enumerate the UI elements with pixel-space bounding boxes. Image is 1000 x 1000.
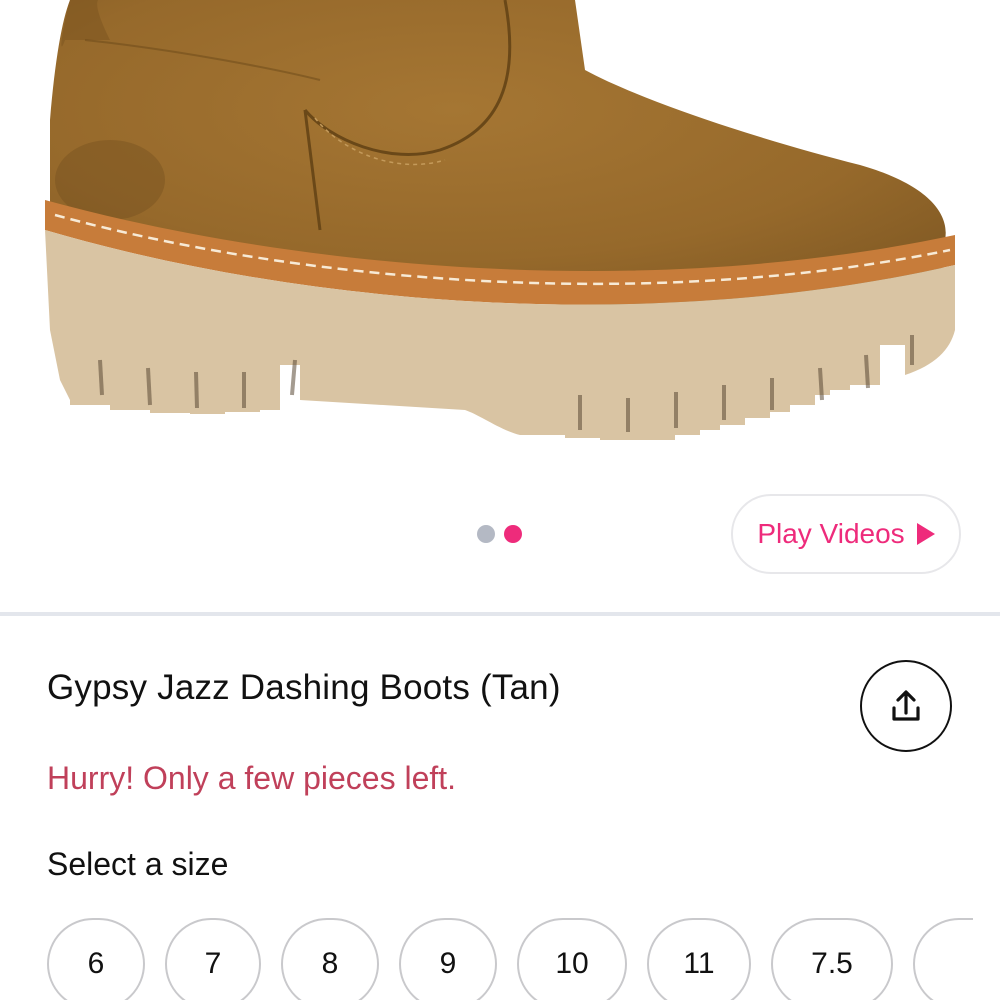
size-selector-label: Select a size — [47, 846, 229, 882]
size-option[interactable]: 10 — [517, 918, 627, 1000]
size-option[interactable]: 7 — [165, 918, 261, 1000]
size-option[interactable]: 7.5 — [771, 918, 893, 1000]
carousel-dot-1[interactable] — [477, 525, 495, 543]
product-image[interactable]: Play Videos — [0, 0, 1000, 612]
size-option[interactable]: 6 — [47, 918, 145, 1000]
carousel-dots — [477, 525, 522, 543]
size-option-label: 7.5 — [811, 947, 853, 980]
play-videos-label: Play Videos — [757, 518, 905, 549]
size-options: 6 7 8 9 10 11 7.5 — [47, 918, 973, 1000]
share-button[interactable] — [860, 660, 952, 752]
size-option-label: 10 — [555, 947, 589, 980]
size-option-label: 9 — [439, 947, 457, 980]
section-divider — [0, 612, 1000, 616]
size-option[interactable]: 11 — [647, 918, 751, 1000]
size-option-label: 7 — [204, 947, 222, 980]
product-title: Gypsy Jazz Dashing Boots (Tan) — [47, 668, 561, 707]
size-option-label: 11 — [683, 947, 715, 980]
size-option[interactable]: 8 — [281, 918, 379, 1000]
share-icon — [892, 690, 920, 721]
play-icon — [916, 523, 935, 545]
play-videos-button[interactable]: Play Videos — [731, 494, 961, 574]
size-option[interactable]: 9 — [399, 918, 497, 1000]
size-option-partial[interactable] — [913, 918, 973, 1000]
product-page: Play Videos Gypsy Jazz Dashing Boots (Ta… — [0, 0, 1000, 1000]
size-option-label: 6 — [87, 947, 105, 980]
carousel-dot-2-active[interactable] — [504, 525, 522, 543]
size-option-label: 8 — [321, 947, 339, 980]
low-stock-message: Hurry! Only a few pieces left. — [47, 760, 457, 796]
